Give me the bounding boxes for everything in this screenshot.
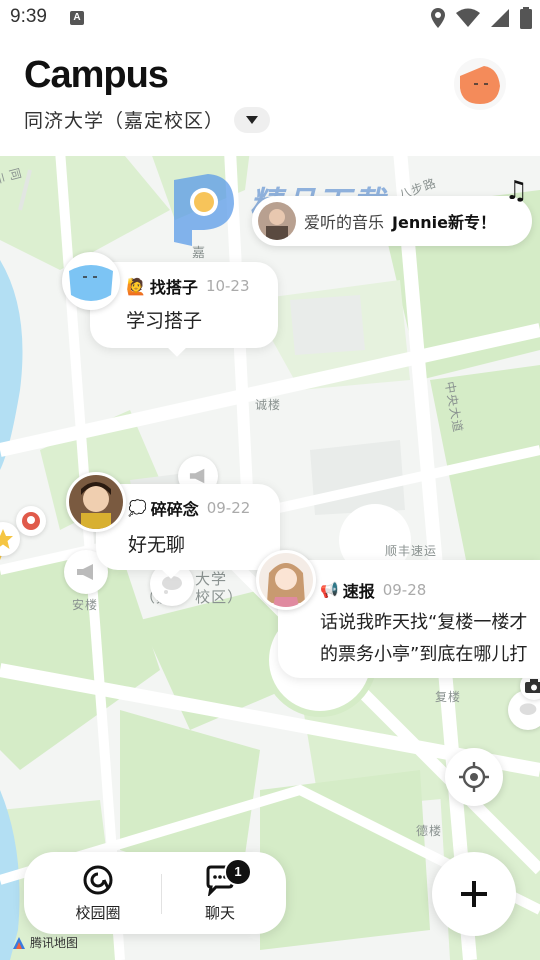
post-body-line2: 的票务小亭”到底在哪儿打 — [320, 644, 528, 665]
profile-avatar[interactable] — [454, 58, 506, 110]
watermark-logo — [168, 172, 238, 246]
map-provider-text: 腾讯地图 — [30, 936, 79, 950]
post-avatar-anime[interactable] — [256, 550, 316, 610]
locate-button[interactable] — [445, 748, 503, 806]
plus-icon — [461, 881, 487, 907]
post-header: 📢 速报 09-28 — [320, 578, 426, 602]
crosshair-icon — [459, 762, 489, 792]
music-prefix: 爱听的音乐 — [304, 213, 385, 232]
child-photo-icon — [69, 475, 123, 529]
post-avatar-child[interactable] — [66, 472, 126, 532]
notification-icon: A — [70, 11, 84, 25]
restaurant-poi-icon — [22, 512, 40, 530]
tab-campus-circle[interactable]: 校园圈 — [48, 864, 148, 923]
header: Campus 同济大学（嘉定校区） — [0, 36, 540, 156]
app-title: Campus — [24, 54, 169, 96]
watermark-p-icon — [174, 174, 234, 246]
post-tag: 找搭子 — [149, 278, 198, 297]
camera-icon — [525, 679, 540, 693]
chevron-down-icon — [246, 115, 259, 124]
user-photo-icon — [258, 202, 296, 240]
post-date: 09-28 — [382, 581, 427, 599]
post-avatar-blue[interactable] — [62, 252, 120, 310]
signal-icon — [491, 9, 509, 27]
post-tag: 速报 — [342, 582, 375, 601]
chat-unread-badge: 1 — [224, 858, 252, 886]
status-bar: 9:39 A — [0, 0, 540, 36]
map-post-news[interactable]: 📢 速报 09-28 话说我昨天找“复楼一楼才 的票务小亭”到底在哪儿打 — [278, 560, 540, 678]
tab-chat[interactable]: 聊天 — [170, 864, 270, 923]
tab-chat-label: 聊天 — [204, 904, 235, 922]
map-label-cheng-lou: 诚楼 — [255, 398, 282, 412]
location-icon — [431, 8, 445, 28]
map-label-an-lou: 安楼 — [72, 598, 99, 612]
campus-dropdown-button[interactable] — [234, 106, 271, 133]
status-icons — [430, 7, 532, 29]
music-title: Jennie新专！ — [392, 213, 496, 232]
campus-name[interactable]: 同济大学（嘉定校区） — [24, 106, 224, 133]
map-marker-kfc[interactable] — [16, 506, 46, 536]
wifi-icon — [456, 8, 480, 27]
star-icon — [0, 529, 13, 549]
post-body-line1: 话说我昨天找“复楼一楼才 — [320, 612, 528, 633]
tab-campus-circle-label: 校园圈 — [75, 904, 121, 922]
map-label-shunfeng: 顺丰速运 — [385, 544, 438, 558]
megaphone-icon — [189, 468, 205, 484]
post-tag: 碎碎念 — [150, 500, 199, 519]
post-header: 🙋 找搭子 10-23 — [126, 274, 250, 298]
music-avatar — [258, 202, 296, 240]
post-tag-icon: 💭 — [128, 499, 147, 517]
orange-face-avatar-icon — [460, 66, 500, 104]
campus-selector[interactable]: 同济大学（嘉定校区） — [24, 106, 271, 133]
post-date: 09-22 — [206, 499, 251, 517]
music-note-icon: ♫ — [504, 176, 528, 206]
map-label-fu-lou: 复楼 — [435, 690, 462, 704]
post-body: 好无聊 — [128, 534, 186, 556]
anime-girl-icon — [259, 553, 313, 607]
post-date: 10-23 — [205, 277, 250, 295]
campus-circle-icon — [83, 865, 113, 895]
blue-face-avatar-icon — [65, 255, 117, 307]
map-label-de-lou: 德楼 — [416, 824, 443, 838]
music-status-chip[interactable]: 爱听的音乐 Jennie新专！ ♫ — [252, 176, 532, 246]
megaphone-icon — [77, 564, 93, 580]
post-tag-icon: 📢 — [320, 581, 339, 599]
battery-icon — [520, 7, 532, 29]
status-time: 9:39 — [10, 6, 47, 27]
post-tag-icon: 🙋 — [126, 276, 146, 296]
add-post-button[interactable] — [432, 852, 516, 936]
tencent-map-icon — [13, 936, 25, 949]
map-provider-logo: 腾讯地图 — [12, 934, 78, 951]
thought-bubble-icon — [519, 703, 537, 715]
post-header: 💭 碎碎念 09-22 — [128, 496, 250, 520]
nav-divider — [161, 874, 162, 914]
post-body: 学习搭子 — [126, 310, 203, 332]
